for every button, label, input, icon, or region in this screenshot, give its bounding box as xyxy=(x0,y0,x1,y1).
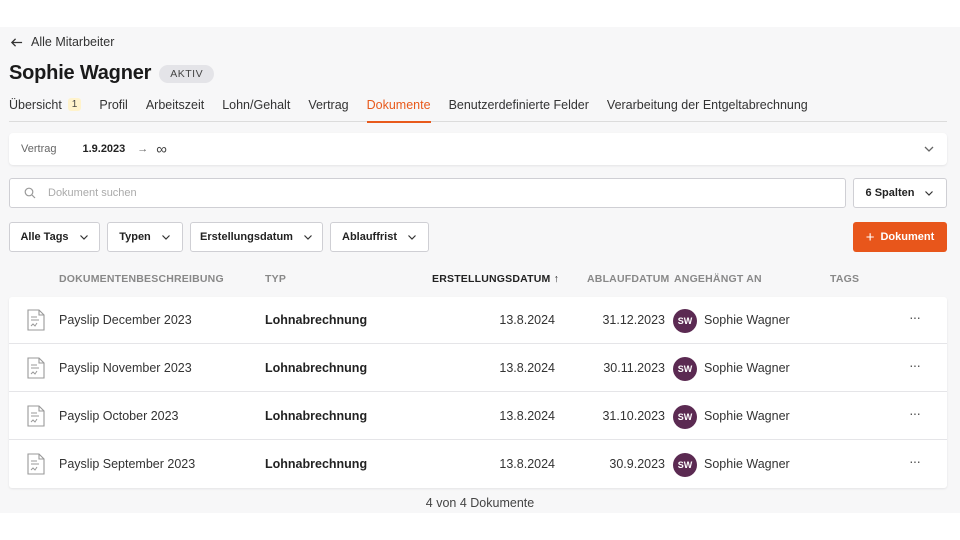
more-actions-icon[interactable]: ··· xyxy=(909,405,921,421)
plus-icon: + xyxy=(865,228,875,246)
filter-label: Ablauffrist xyxy=(342,231,397,243)
cell-description[interactable]: Payslip September 2023 xyxy=(59,457,195,471)
avatar: SW xyxy=(673,405,697,429)
tab-label: Verarbeitung der Entgeltabrechnung xyxy=(606,98,808,112)
columns-button-label: 6 Spalten xyxy=(865,187,915,199)
more-actions-icon[interactable]: ··· xyxy=(909,309,921,325)
contract-end: ∞ xyxy=(156,140,167,158)
cell-created: 13.8.2024 xyxy=(499,313,555,327)
tab-count-badge: 1 xyxy=(67,98,82,111)
search-icon xyxy=(24,187,36,199)
add-document-label: Dokument xyxy=(880,231,935,243)
pagination-summary: 4 von 4 Dokumente xyxy=(425,496,535,510)
chevron-down-icon xyxy=(924,146,934,152)
filter-label: Erstellungsdatum xyxy=(200,231,293,243)
header-type[interactable]: TYP xyxy=(265,273,286,285)
page-title: Sophie Wagner xyxy=(9,62,152,84)
contract-label: Vertrag xyxy=(21,143,57,155)
page-header: Sophie Wagner AKTIV xyxy=(9,62,215,85)
tab-label: Lohn/Gehalt xyxy=(222,98,291,112)
cell-type: Lohnabrechnung xyxy=(265,409,368,423)
table-row[interactable]: Payslip November 2023 Lohnabrechnung 13.… xyxy=(9,345,947,392)
contract-selector[interactable]: Vertrag 1.9.2023 → ∞ xyxy=(9,133,947,165)
document-icon xyxy=(27,405,45,427)
tab-label: Profil xyxy=(99,98,128,112)
tab-entgeltabrechnung[interactable]: Verarbeitung der Entgeltabrechnung xyxy=(607,96,826,122)
cell-type: Lohnabrechnung xyxy=(265,457,368,471)
table-row[interactable]: Payslip December 2023 Lohnabrechnung 13.… xyxy=(9,297,947,344)
header-tags[interactable]: TAGS xyxy=(830,273,859,285)
tab-label: Vertrag xyxy=(308,98,349,112)
cell-created: 13.8.2024 xyxy=(499,409,555,423)
filter-label: Alle Tags xyxy=(20,231,69,243)
header-expires[interactable]: ABLAUFDATUM xyxy=(587,273,670,285)
contract-start: 1.9.2023 xyxy=(82,143,126,155)
columns-button[interactable]: 6 Spalten xyxy=(853,178,947,208)
filter-created-date[interactable]: Erstellungsdatum xyxy=(190,222,323,252)
tab-lohn-gehalt[interactable]: Lohn/Gehalt xyxy=(222,96,308,122)
cell-type: Lohnabrechnung xyxy=(265,361,368,375)
chevron-down-icon xyxy=(925,191,934,196)
header-created-label: ERSTELLUNGSDATUM xyxy=(432,273,551,285)
header-created[interactable]: ERSTELLUNGSDATUM ↑ xyxy=(432,273,559,285)
filter-label: Typen xyxy=(119,231,151,243)
cell-expires: 31.12.2023 xyxy=(602,313,665,327)
sort-ascending-icon: ↑ xyxy=(553,273,560,285)
cell-expires: 30.9.2023 xyxy=(609,457,665,471)
cell-attached: Sophie Wagner xyxy=(704,409,790,423)
cell-description[interactable]: Payslip October 2023 xyxy=(59,409,179,423)
tab-profil[interactable]: Profil xyxy=(99,96,145,122)
document-icon xyxy=(27,453,45,475)
cell-description[interactable]: Payslip December 2023 xyxy=(59,313,192,327)
add-document-button[interactable]: + Dokument xyxy=(853,222,947,252)
tab-label: Arbeitszeit xyxy=(145,98,205,112)
tab-benutzerdefinierte-felder[interactable]: Benutzerdefinierte Felder xyxy=(449,96,607,122)
avatar: SW xyxy=(673,357,697,381)
documents-table: Payslip December 2023 Lohnabrechnung 13.… xyxy=(9,297,947,488)
search-input[interactable] xyxy=(48,187,828,199)
chevron-down-icon xyxy=(304,235,312,240)
chevron-down-icon xyxy=(408,235,416,240)
cell-attached: Sophie Wagner xyxy=(704,313,790,327)
table-row[interactable]: Payslip September 2023 Lohnabrechnung 13… xyxy=(9,441,947,488)
arrow-right-icon: → xyxy=(137,143,149,155)
tab-uebersicht[interactable]: Übersicht 1 xyxy=(9,96,99,122)
header-description[interactable]: DOKUMENTENBESCHREIBUNG xyxy=(59,273,224,285)
filter-tags[interactable]: Alle Tags xyxy=(9,222,100,252)
cell-attached: Sophie Wagner xyxy=(704,457,790,471)
cell-created: 13.8.2024 xyxy=(499,457,555,471)
tab-label: Übersicht xyxy=(9,98,62,112)
search-box[interactable] xyxy=(9,178,846,208)
avatar: SW xyxy=(673,309,697,333)
avatar: SW xyxy=(673,453,697,477)
cell-expires: 30.11.2023 xyxy=(603,361,665,375)
document-icon xyxy=(27,309,45,331)
document-icon xyxy=(27,357,45,379)
back-link[interactable]: Alle Mitarbeiter xyxy=(10,35,114,49)
more-actions-icon[interactable]: ··· xyxy=(909,453,921,469)
cell-created: 13.8.2024 xyxy=(499,361,555,375)
cell-expires: 31.10.2023 xyxy=(602,409,665,423)
header-attached[interactable]: ANGEHÄNGT AN xyxy=(674,273,762,285)
cell-description[interactable]: Payslip November 2023 xyxy=(59,361,192,375)
filter-expiry[interactable]: Ablauffrist xyxy=(330,222,429,252)
cell-attached: Sophie Wagner xyxy=(704,361,790,375)
filter-types[interactable]: Typen xyxy=(107,222,183,252)
chevron-down-icon xyxy=(79,235,88,240)
table-row[interactable]: Payslip October 2023 Lohnabrechnung 13.8… xyxy=(9,393,947,440)
chevron-down-icon xyxy=(161,235,170,240)
more-actions-icon[interactable]: ··· xyxy=(909,357,921,373)
cell-type: Lohnabrechnung xyxy=(265,313,368,327)
tab-dokumente[interactable]: Dokumente xyxy=(366,96,449,123)
tab-arbeitszeit[interactable]: Arbeitszeit xyxy=(146,96,222,122)
back-link-label: Alle Mitarbeiter xyxy=(31,35,115,49)
status-badge: AKTIV xyxy=(159,64,215,83)
arrow-left-icon xyxy=(10,37,23,47)
tab-label: Benutzerdefinierte Felder xyxy=(448,98,589,112)
tab-vertrag[interactable]: Vertrag xyxy=(308,96,366,122)
tab-bar: Übersicht 1 Profil Arbeitszeit Lohn/Gehal… xyxy=(9,96,947,123)
tab-label: Dokumente xyxy=(366,98,431,112)
